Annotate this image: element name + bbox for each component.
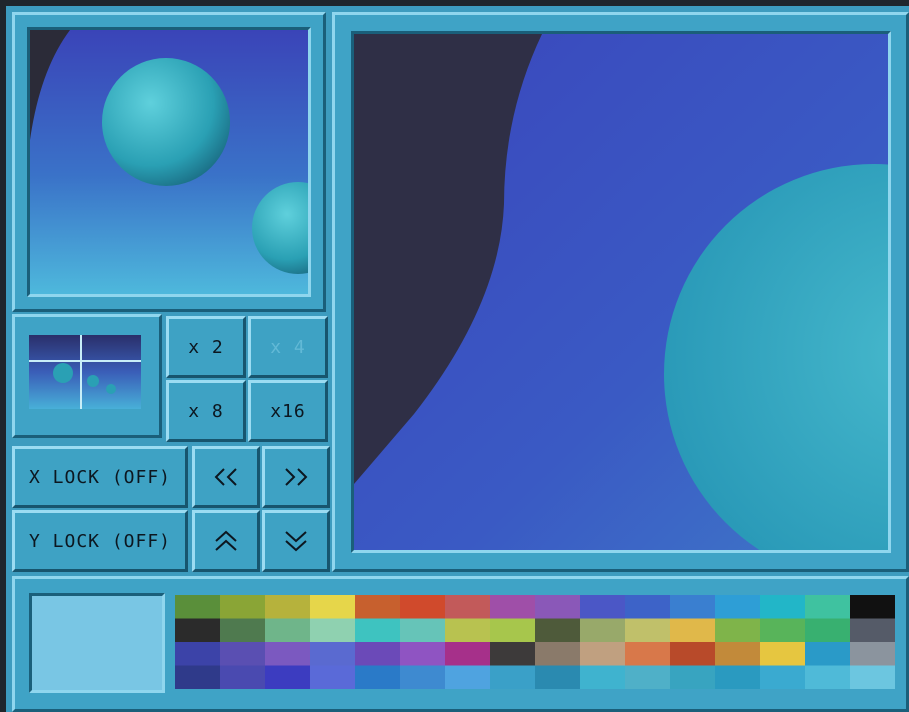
palette-swatch[interactable]: [760, 618, 806, 643]
palette-swatch[interactable]: [175, 665, 221, 690]
palette-swatch[interactable]: [355, 665, 401, 690]
palette-swatch[interactable]: [265, 595, 311, 619]
palette-swatch[interactable]: [715, 595, 761, 619]
x-lock-label: X LOCK (OFF): [28, 466, 172, 488]
double-chevron-up-icon: [215, 530, 237, 551]
scroll-down-button[interactable]: [262, 510, 330, 572]
palette-swatch[interactable]: [490, 642, 536, 666]
palette-swatch[interactable]: [715, 665, 761, 690]
palette-swatch[interactable]: [715, 618, 761, 643]
palette-swatch[interactable]: [805, 642, 851, 666]
palette-swatch[interactable]: [535, 618, 581, 643]
palette-swatch[interactable]: [310, 642, 356, 666]
palette-swatch[interactable]: [265, 618, 311, 643]
palette-panel: [12, 576, 909, 712]
zoom-x8-label: x 8: [188, 400, 224, 422]
palette-swatch[interactable]: [220, 665, 266, 690]
palette-swatch[interactable]: [400, 595, 446, 619]
zoom-x16-button[interactable]: x16: [248, 380, 328, 442]
palette-swatch[interactable]: [805, 665, 851, 690]
zoom-x16-label: x16: [270, 400, 306, 422]
palette-swatch[interactable]: [355, 618, 401, 643]
app-window: x 2 x 4 x 8 x16 X LOCK (OFF) Y LOCK (OFF…: [6, 6, 909, 712]
palette-swatch[interactable]: [850, 595, 896, 619]
palette-grid[interactable]: [175, 595, 896, 690]
palette-swatch[interactable]: [445, 595, 491, 619]
palette-swatch[interactable]: [490, 618, 536, 643]
double-chevron-left-icon: [214, 468, 237, 486]
double-chevron-down-icon: [285, 531, 307, 552]
palette-swatch[interactable]: [805, 595, 851, 619]
palette-swatch[interactable]: [220, 618, 266, 643]
color-palette[interactable]: [175, 595, 896, 690]
palette-swatch[interactable]: [850, 642, 896, 666]
palette-swatch[interactable]: [670, 595, 716, 619]
zoom-x4-button[interactable]: x 4: [248, 316, 328, 378]
palette-swatch[interactable]: [850, 665, 896, 690]
palette-swatch[interactable]: [355, 595, 401, 619]
palette-swatch[interactable]: [220, 642, 266, 666]
scroll-right-button[interactable]: [262, 446, 330, 508]
zoom-canvas[interactable]: [351, 31, 891, 553]
navigator-panel: [12, 314, 162, 438]
palette-swatch[interactable]: [625, 618, 671, 643]
zoomed-image: [354, 34, 888, 550]
navigator-canvas[interactable]: [29, 335, 141, 409]
palette-swatch[interactable]: [670, 665, 716, 690]
palette-swatch[interactable]: [445, 642, 491, 666]
palette-swatch[interactable]: [805, 618, 851, 643]
zoom-x8-button[interactable]: x 8: [166, 380, 246, 442]
palette-swatch[interactable]: [625, 665, 671, 690]
palette-swatch[interactable]: [580, 665, 626, 690]
palette-swatch[interactable]: [175, 642, 221, 666]
palette-swatch[interactable]: [445, 665, 491, 690]
scroll-up-button[interactable]: [192, 510, 260, 572]
preview-canvas[interactable]: [27, 27, 311, 297]
palette-swatch[interactable]: [760, 665, 806, 690]
palette-swatch[interactable]: [265, 642, 311, 666]
preview-image: [30, 30, 308, 294]
zoom-view-panel: [332, 12, 909, 572]
palette-swatch[interactable]: [670, 618, 716, 643]
palette-swatch[interactable]: [220, 595, 266, 619]
palette-swatch[interactable]: [175, 595, 221, 619]
zoom-x2-label: x 2: [188, 336, 224, 358]
y-lock-button[interactable]: Y LOCK (OFF): [12, 510, 188, 572]
y-lock-label: Y LOCK (OFF): [28, 530, 172, 552]
palette-swatch[interactable]: [490, 665, 536, 690]
palette-swatch[interactable]: [355, 642, 401, 666]
navigator-image: [29, 335, 141, 409]
palette-swatch[interactable]: [760, 642, 806, 666]
palette-swatch[interactable]: [580, 618, 626, 643]
palette-swatch[interactable]: [310, 595, 356, 619]
palette-swatch[interactable]: [400, 618, 446, 643]
double-chevron-right-icon: [285, 468, 308, 486]
palette-swatch[interactable]: [850, 618, 896, 643]
palette-swatch[interactable]: [625, 642, 671, 666]
palette-swatch[interactable]: [670, 642, 716, 666]
palette-swatch[interactable]: [580, 642, 626, 666]
x-lock-button[interactable]: X LOCK (OFF): [12, 446, 188, 508]
palette-swatch[interactable]: [490, 595, 536, 619]
palette-swatch[interactable]: [760, 595, 806, 619]
palette-swatch[interactable]: [445, 618, 491, 643]
palette-swatch[interactable]: [535, 642, 581, 666]
palette-swatch[interactable]: [535, 595, 581, 619]
preview-panel: [12, 12, 326, 312]
palette-swatch[interactable]: [175, 618, 221, 643]
zoom-x4-label: x 4: [270, 336, 306, 358]
palette-swatch[interactable]: [310, 618, 356, 643]
zoom-x2-button[interactable]: x 2: [166, 316, 246, 378]
palette-swatch[interactable]: [310, 665, 356, 690]
palette-swatch[interactable]: [625, 595, 671, 619]
palette-swatch[interactable]: [400, 642, 446, 666]
selected-color-swatch[interactable]: [29, 593, 165, 693]
palette-swatch[interactable]: [535, 665, 581, 690]
scroll-left-button[interactable]: [192, 446, 260, 508]
palette-swatch[interactable]: [400, 665, 446, 690]
palette-swatch[interactable]: [715, 642, 761, 666]
palette-swatch[interactable]: [265, 665, 311, 690]
palette-swatch[interactable]: [580, 595, 626, 619]
